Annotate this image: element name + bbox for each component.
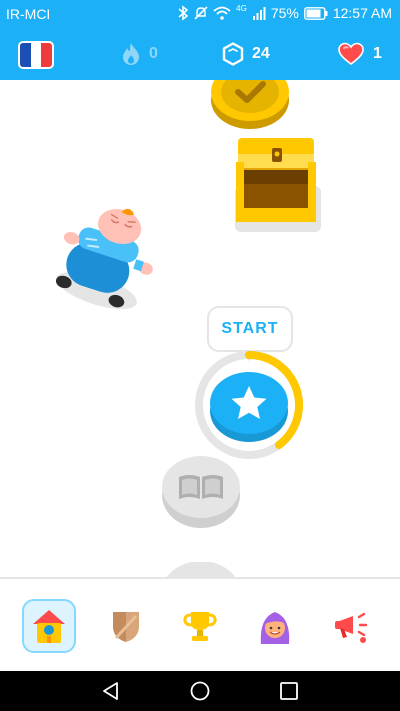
megaphone-icon [335, 612, 368, 643]
back-icon[interactable] [101, 681, 121, 701]
hearts-counter[interactable]: 1 [337, 42, 382, 66]
shield-icon [113, 612, 139, 642]
clock: 12:57 AM [332, 5, 392, 21]
tab-profile[interactable] [248, 599, 302, 653]
home-birdhouse-icon [33, 610, 65, 643]
avatar-icon [260, 612, 290, 644]
streak-counter[interactable]: 0 [121, 42, 158, 66]
tab-news[interactable] [324, 599, 378, 653]
system-navigation-bar [0, 671, 400, 711]
gems-count: 24 [252, 45, 270, 62]
start-label: START [207, 306, 293, 352]
battery-percent: 75% [270, 5, 299, 21]
recents-icon[interactable] [279, 681, 299, 701]
gems-counter[interactable]: 24 [222, 42, 270, 66]
network-type: 4G [236, 3, 247, 13]
bottom-tab-bar [0, 577, 400, 671]
tab-learn[interactable] [22, 599, 76, 653]
gem-icon [222, 42, 244, 66]
hearts-count: 1 [373, 45, 382, 62]
bluetooth-icon [178, 5, 189, 21]
character-illustration [55, 208, 153, 310]
learning-path: START [0, 80, 400, 577]
tab-shield[interactable] [99, 599, 153, 653]
silent-icon [194, 6, 208, 20]
flag-white-stripe [30, 43, 42, 67]
flame-icon [123, 43, 139, 65]
heart-icon [338, 42, 364, 66]
signal-icon [252, 7, 266, 20]
streak-count: 0 [149, 45, 158, 62]
start-tooltip[interactable]: START [207, 306, 293, 361]
course-flag-button[interactable] [18, 41, 54, 69]
locked-lesson-node[interactable] [161, 455, 241, 531]
flag-red-stripe [41, 43, 52, 67]
app-header: 0 24 1 [0, 28, 400, 80]
home-icon[interactable] [190, 681, 210, 701]
treasure-chest-icon[interactable] [232, 136, 324, 236]
locked-lesson-node-next[interactable] [161, 562, 241, 577]
trophy-icon [183, 612, 217, 641]
wifi-icon [213, 6, 231, 20]
completed-lesson-node[interactable] [210, 80, 290, 132]
status-icons: 4G 75% 12:57 AM [177, 3, 392, 21]
current-lesson-node[interactable] [194, 350, 306, 462]
carrier-label: IR-MCI [6, 6, 51, 22]
status-bar: IR-MCI 4G 75% 12:57 AM [0, 0, 400, 28]
flag-blue-stripe [20, 43, 31, 67]
tab-leaderboard[interactable] [173, 599, 227, 653]
battery-icon [303, 6, 328, 20]
